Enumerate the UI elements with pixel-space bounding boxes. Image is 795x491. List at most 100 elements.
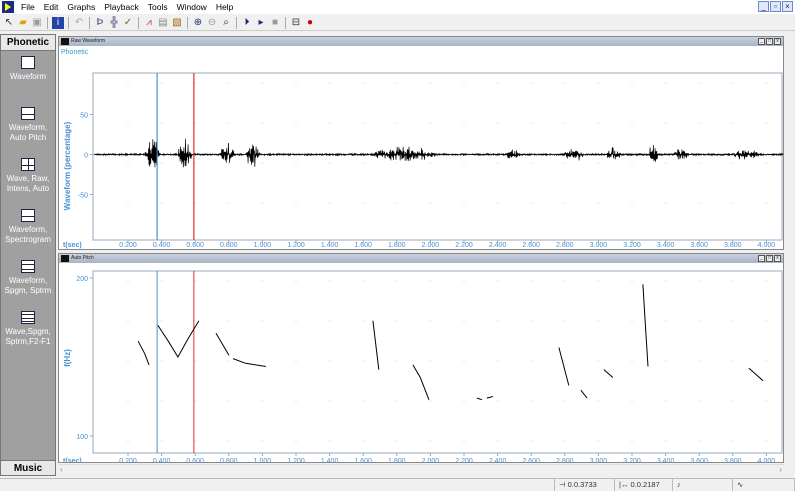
pane-title-bar: Auto Pitch _ □ x <box>59 254 783 263</box>
grid-dot <box>396 82 398 84</box>
waveform-chart[interactable]: 0.200 0.400 0.600 0.800 1.000 1.200 1.400 1.600… <box>59 46 784 249</box>
grid-dot <box>597 440 599 442</box>
pane-maximize-button[interactable]: □ <box>766 38 773 45</box>
sidebar-item-layout[interactable]: Waveform <box>1 51 55 102</box>
grid-dot <box>429 82 431 84</box>
grid-dot <box>497 82 499 84</box>
grid-dot <box>194 400 196 402</box>
zoom-all-icon[interactable]: ⌕ <box>220 17 232 29</box>
sidebar-item-label: Wave,Spgm, Sptrm,F2-F1 <box>5 327 51 346</box>
table-icon[interactable]: ▤ <box>157 17 169 29</box>
close-button[interactable]: × <box>782 1 793 12</box>
grid-dot <box>597 162 599 164</box>
sidebar-item-layout[interactable]: Waveform, Spectrogram <box>1 204 55 255</box>
restore-button[interactable]: ▫ <box>770 1 781 12</box>
grid-dot <box>631 162 633 164</box>
sidebar-item-layout[interactable]: Waveform, Spgm, Sptrm <box>1 255 55 306</box>
grid-dot <box>564 82 566 84</box>
grid-dot <box>429 360 431 362</box>
save-icon[interactable]: ▣ <box>31 17 43 29</box>
grid-dot <box>362 280 364 282</box>
y-tick-label: 100 <box>76 434 88 441</box>
four-row-panel-icon <box>21 311 35 324</box>
undo-icon[interactable]: ↶ <box>73 17 85 29</box>
grid-dot <box>429 400 431 402</box>
grid-dot <box>698 320 700 322</box>
grid-dot <box>261 82 263 84</box>
sidebar-footer-music[interactable]: Music <box>1 460 55 475</box>
sidebar-item-layout[interactable]: Wave, Raw, Intens, Auto <box>1 153 55 204</box>
stop-icon[interactable]: ■ <box>269 17 281 29</box>
grid-dot <box>497 440 499 442</box>
grid-dot <box>362 202 364 204</box>
grid-dot <box>295 320 297 322</box>
x-tick-label: 2.800 <box>556 458 574 462</box>
record-icon[interactable]: ● <box>304 17 316 29</box>
open-folder-icon[interactable]: ▰ <box>17 17 29 29</box>
grid-dot <box>396 122 398 124</box>
pane-maximize-button[interactable]: □ <box>766 255 773 262</box>
grid-dot <box>396 360 398 362</box>
grid-dot <box>194 360 196 362</box>
pane-title-bar: Raw Waveform _ □ x <box>59 37 783 46</box>
grid-dot <box>497 202 499 204</box>
grid-dot <box>530 122 532 124</box>
pane-minimize-button[interactable]: _ <box>758 255 765 262</box>
x-tick-label: 0.600 <box>186 458 204 462</box>
info-icon[interactable]: i <box>52 16 64 29</box>
grid-dot <box>194 280 196 282</box>
menu-edit[interactable]: Edit <box>41 2 65 12</box>
x-tick-label: 1.000 <box>254 458 272 462</box>
play-from-cursor-icon[interactable]: ⏵ <box>241 17 253 29</box>
x-tick-label: 3.400 <box>657 458 675 462</box>
three-panel-icon <box>21 260 35 273</box>
x-tick-label: 1.400 <box>321 242 339 249</box>
edit-tool-icon[interactable]: ✓ <box>122 17 134 29</box>
horizontal-scrollbar[interactable]: ‹ › <box>58 464 784 474</box>
menu-graphs[interactable]: Graphs <box>64 2 101 12</box>
zoom-in-icon[interactable]: ⊕ <box>192 17 204 29</box>
grid-dot <box>597 202 599 204</box>
grid-dot <box>329 440 331 442</box>
loop-icon[interactable]: ⊟ <box>290 17 302 29</box>
grid-dot <box>362 360 364 362</box>
sidebar-header-phonetic[interactable]: Phonetic <box>1 35 55 51</box>
menu-window[interactable]: Window <box>174 2 213 12</box>
grid-dot <box>194 440 196 442</box>
y-tick-label: -50 <box>78 193 88 200</box>
graph-icon[interactable]: ⩘ <box>143 17 155 29</box>
x-tick-label: 2.000 <box>422 242 440 249</box>
menu-playback[interactable]: Playback <box>101 2 145 12</box>
phonetic-tab[interactable]: Phonetic <box>61 49 88 56</box>
cursor-tool-icon[interactable]: Þ <box>94 17 106 29</box>
minimize-button[interactable]: _ <box>758 1 769 12</box>
x-tick-label: 1.800 <box>388 242 406 249</box>
pane-icon <box>61 255 69 262</box>
menu-tools[interactable]: Tools <box>145 2 174 12</box>
grid-dot <box>429 202 431 204</box>
x-tick-label: 2.800 <box>556 242 574 249</box>
settings-graph-icon[interactable]: ▧ <box>171 17 183 29</box>
grid-dot <box>429 280 431 282</box>
sidebar-item-layout[interactable]: Wave,Spgm, Sptrm,F2-F1 <box>1 306 55 357</box>
grid-dot <box>631 400 633 402</box>
play-icon[interactable]: ▸ <box>255 17 267 29</box>
pointer-tool-icon[interactable]: ↖ <box>3 17 15 29</box>
pane-close-button[interactable]: x <box>774 38 781 45</box>
x-tick-label: 1.000 <box>254 242 272 249</box>
grid-dot <box>161 280 163 282</box>
pane-close-button[interactable]: x <box>774 255 781 262</box>
pane-minimize-button[interactable]: _ <box>758 38 765 45</box>
split-tool-icon[interactable]: ╬ <box>108 17 120 29</box>
zoom-out-icon[interactable]: ⊖ <box>206 17 218 29</box>
sidebar-item-layout[interactable]: Waveform, Auto Pitch <box>1 102 55 153</box>
menu-file[interactable]: File <box>18 2 41 12</box>
grid-dot <box>329 320 331 322</box>
pitch-chart[interactable]: 0.200 0.400 0.600 0.800 1.000 1.200 1.400 1.600… <box>59 263 783 465</box>
two-panel-icon <box>21 209 35 222</box>
menu-help[interactable]: Help <box>213 2 239 12</box>
grid-dot <box>329 360 331 362</box>
grid-dot <box>362 162 364 164</box>
grid-dot <box>362 82 364 84</box>
grid-dot <box>228 82 230 84</box>
